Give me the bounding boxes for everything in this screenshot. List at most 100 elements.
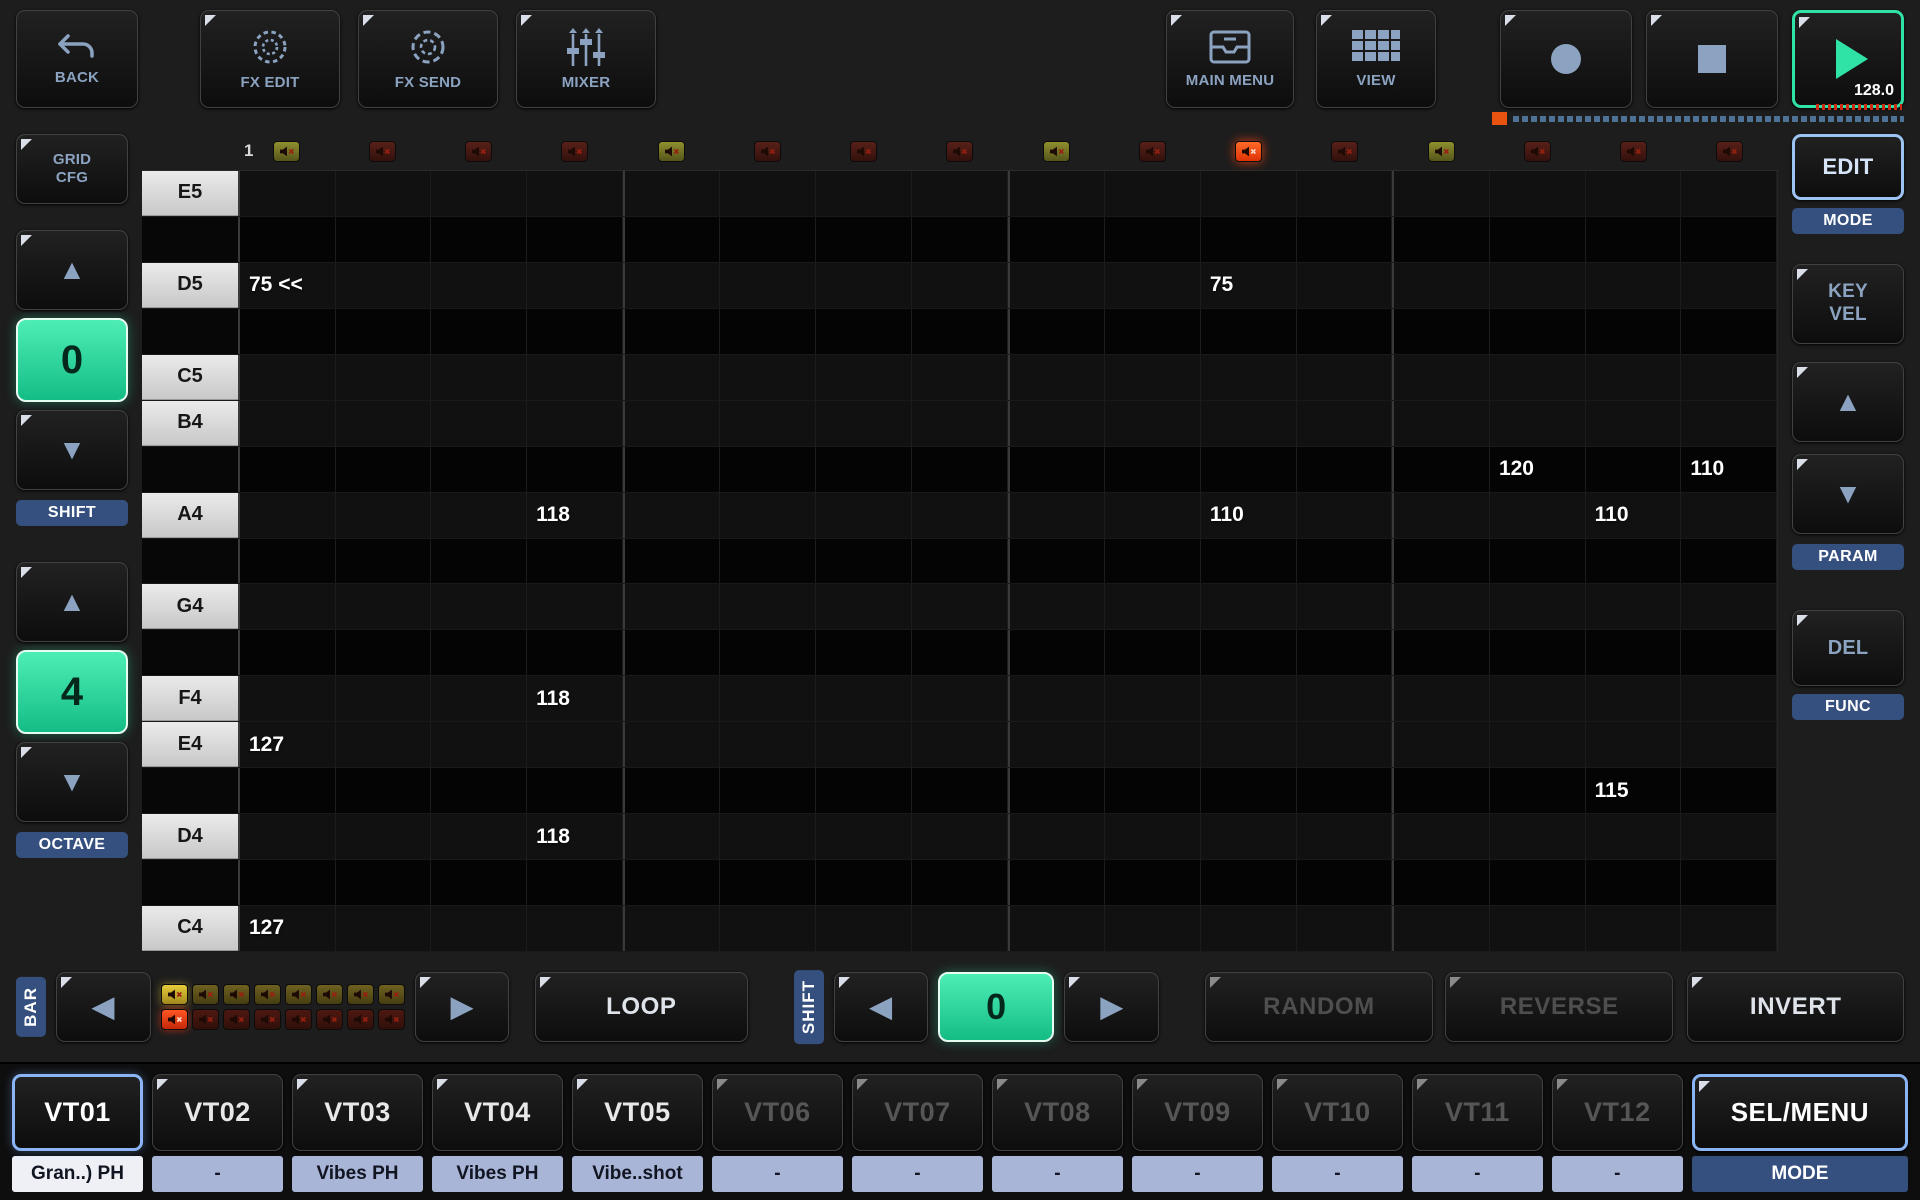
note-cell[interactable]: 115 [1586, 768, 1682, 813]
key-label-g4[interactable]: G4 [142, 584, 238, 629]
grid-cell[interactable] [431, 217, 527, 262]
grid-cell[interactable] [1586, 722, 1682, 767]
grid-cell[interactable] [431, 171, 527, 216]
grid-cell[interactable] [720, 722, 816, 767]
bar-mute-icon[interactable] [347, 984, 374, 1005]
grid-cell[interactable] [720, 355, 816, 400]
grid-cell[interactable] [1586, 171, 1682, 216]
grid-cell[interactable] [431, 355, 527, 400]
grid-cell[interactable] [623, 584, 721, 629]
note-cell[interactable] [431, 722, 527, 767]
grid-cell[interactable] [1297, 814, 1393, 859]
grid-cell[interactable] [816, 630, 912, 675]
track-button-vt10[interactable]: VT10 [1272, 1074, 1403, 1151]
track-label-vt11[interactable]: - [1412, 1156, 1543, 1192]
grid-cell[interactable] [1008, 676, 1106, 721]
grid-cell[interactable] [1392, 355, 1490, 400]
grid-cell[interactable] [912, 355, 1008, 400]
note-cell[interactable] [623, 263, 721, 308]
grid-cell[interactable] [1105, 355, 1201, 400]
grid-cell[interactable] [816, 906, 912, 951]
param-up-button[interactable]: ▲ [1792, 362, 1904, 442]
octave-value-display[interactable]: 4 [16, 650, 128, 734]
note-cell[interactable] [431, 263, 527, 308]
grid-cell[interactable] [1008, 860, 1106, 905]
key-label-ds4[interactable] [142, 768, 238, 813]
grid-cell[interactable] [1586, 906, 1682, 951]
grid-cell[interactable] [238, 630, 336, 675]
grid-cell[interactable] [816, 401, 912, 446]
grid-cell[interactable] [720, 539, 816, 584]
grid-cell[interactable] [816, 676, 912, 721]
note-cell[interactable] [720, 493, 816, 538]
grid-cell[interactable] [336, 539, 432, 584]
grid-cell[interactable] [816, 539, 912, 584]
grid-cell[interactable] [1490, 768, 1586, 813]
grid-cell[interactable] [623, 217, 721, 262]
track-button-vt01[interactable]: VT01 [12, 1074, 143, 1151]
note-cell[interactable] [1586, 263, 1682, 308]
main-menu-button[interactable]: MAIN MENU [1166, 10, 1294, 108]
grid-cell[interactable] [623, 768, 721, 813]
shift-left-button[interactable]: ◀ [834, 972, 929, 1042]
grid-cell[interactable] [431, 630, 527, 675]
grid-cell[interactable] [1586, 630, 1682, 675]
grid-cell[interactable] [1297, 539, 1393, 584]
grid-cell[interactable] [431, 768, 527, 813]
key-label-fs4[interactable] [142, 630, 238, 675]
note-cell[interactable]: 110 [1201, 493, 1297, 538]
grid-cell[interactable] [912, 584, 1008, 629]
note-cell[interactable] [623, 676, 721, 721]
mixer-button[interactable]: MIXER [516, 10, 656, 108]
step-mute-icon[interactable] [1235, 141, 1262, 162]
grid-cell[interactable] [527, 539, 623, 584]
grid-cell[interactable] [1297, 171, 1393, 216]
note-cell[interactable]: 120 [1490, 447, 1586, 492]
step-mute-icon[interactable] [561, 141, 588, 162]
grid-cell[interactable] [1297, 309, 1393, 354]
grid-cell[interactable] [1201, 722, 1297, 767]
grid-cell[interactable] [1681, 355, 1777, 400]
note-cell[interactable] [1392, 263, 1490, 308]
fx-send-button[interactable]: FX SEND [358, 10, 498, 108]
grid-cell[interactable] [1008, 263, 1106, 308]
track-label-vt01[interactable]: Gran..) PH [12, 1156, 143, 1192]
grid-cell[interactable] [623, 401, 721, 446]
grid-cell[interactable] [1681, 860, 1777, 905]
grid-cell[interactable] [336, 584, 432, 629]
track-label-vt12[interactable]: - [1552, 1156, 1683, 1192]
note-cell[interactable] [1681, 768, 1777, 813]
grid-cell[interactable] [1490, 676, 1586, 721]
grid-cell[interactable] [238, 768, 336, 813]
grid-cell[interactable] [238, 171, 336, 216]
grid-cell[interactable] [1297, 584, 1393, 629]
sel-menu-button[interactable]: SEL/MENU [1692, 1074, 1908, 1151]
step-mute-icon[interactable] [946, 141, 973, 162]
grid-cell[interactable] [1681, 676, 1777, 721]
grid-cell[interactable] [623, 539, 721, 584]
grid-cell[interactable] [431, 309, 527, 354]
grid-cell[interactable] [1201, 630, 1297, 675]
grid-cell[interactable] [1392, 722, 1490, 767]
stop-button[interactable] [1646, 10, 1778, 108]
track-label-vt08[interactable]: - [992, 1156, 1123, 1192]
note-cell[interactable] [527, 263, 623, 308]
grid-cell[interactable] [816, 217, 912, 262]
grid-cell[interactable] [238, 584, 336, 629]
grid-cell[interactable] [1008, 906, 1106, 951]
note-cell[interactable] [336, 906, 432, 951]
grid-cell[interactable] [720, 401, 816, 446]
grid-cell[interactable] [623, 860, 721, 905]
grid-cell[interactable] [912, 676, 1008, 721]
grid-cell[interactable] [1201, 309, 1297, 354]
grid-cell[interactable] [1201, 401, 1297, 446]
grid-cell[interactable] [238, 539, 336, 584]
grid-cell[interactable] [1490, 860, 1586, 905]
bar-mute-icon[interactable] [223, 1009, 250, 1030]
grid-cell[interactable] [238, 309, 336, 354]
grid-cell[interactable] [720, 768, 816, 813]
grid-cell[interactable] [1105, 814, 1201, 859]
grid-cell[interactable] [1392, 539, 1490, 584]
grid-cell[interactable] [720, 217, 816, 262]
grid-cell[interactable] [720, 630, 816, 675]
